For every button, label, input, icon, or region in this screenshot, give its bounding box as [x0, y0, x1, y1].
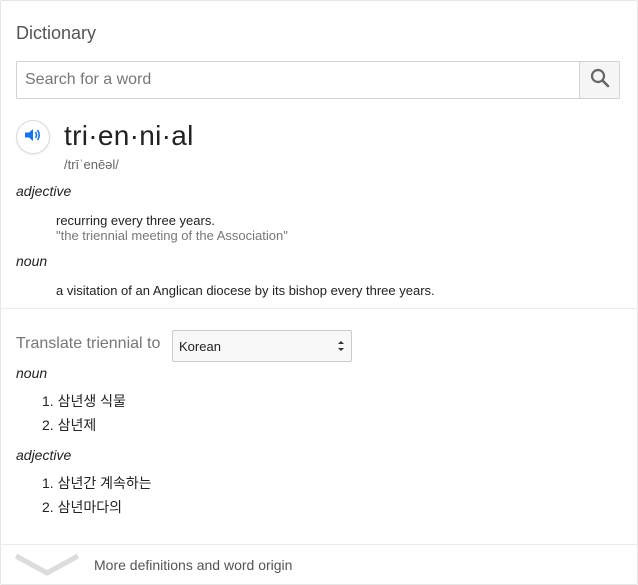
phonetic-spelling: /trīˈenēəl/	[64, 157, 119, 172]
part-of-speech-adjective: adjective	[16, 183, 72, 199]
part-of-speech-noun: noun	[16, 253, 48, 269]
translation-item: 2. 삼년제	[42, 417, 97, 433]
translation-item: 1. 삼년생 식물	[42, 393, 126, 409]
chevron-down-icon[interactable]	[14, 553, 80, 582]
more-definitions-link[interactable]: More definitions and word origin	[94, 557, 292, 573]
definition-noun: a visitation of an Anglican diocese by i…	[56, 283, 435, 298]
example-adjective: "the triennial meeting of the Associatio…	[56, 228, 288, 243]
translate-label: Translate triennial to	[16, 335, 161, 352]
language-select[interactable]: Korean	[172, 330, 352, 362]
translation-pos-noun: noun	[16, 365, 48, 381]
speaker-icon	[24, 127, 42, 148]
footer-divider	[0, 544, 638, 545]
definition-adjective: recurring every three years.	[56, 213, 215, 228]
search-bar	[16, 61, 620, 99]
select-arrows-icon	[338, 341, 344, 351]
headword: tri·en·ni·al	[64, 120, 194, 151]
pronunciation-button[interactable]	[16, 120, 50, 154]
section-divider	[0, 308, 638, 309]
translation-pos-adjective: adjective	[16, 447, 72, 463]
search-icon	[590, 68, 610, 93]
translation-item: 2. 삼년마다의	[42, 499, 122, 515]
search-input[interactable]	[17, 62, 579, 98]
selected-language: Korean	[179, 338, 221, 354]
search-button[interactable]	[579, 62, 619, 98]
translation-item: 1. 삼년간 계속하는	[42, 475, 152, 491]
panel-title: Dictionary	[16, 23, 97, 43]
